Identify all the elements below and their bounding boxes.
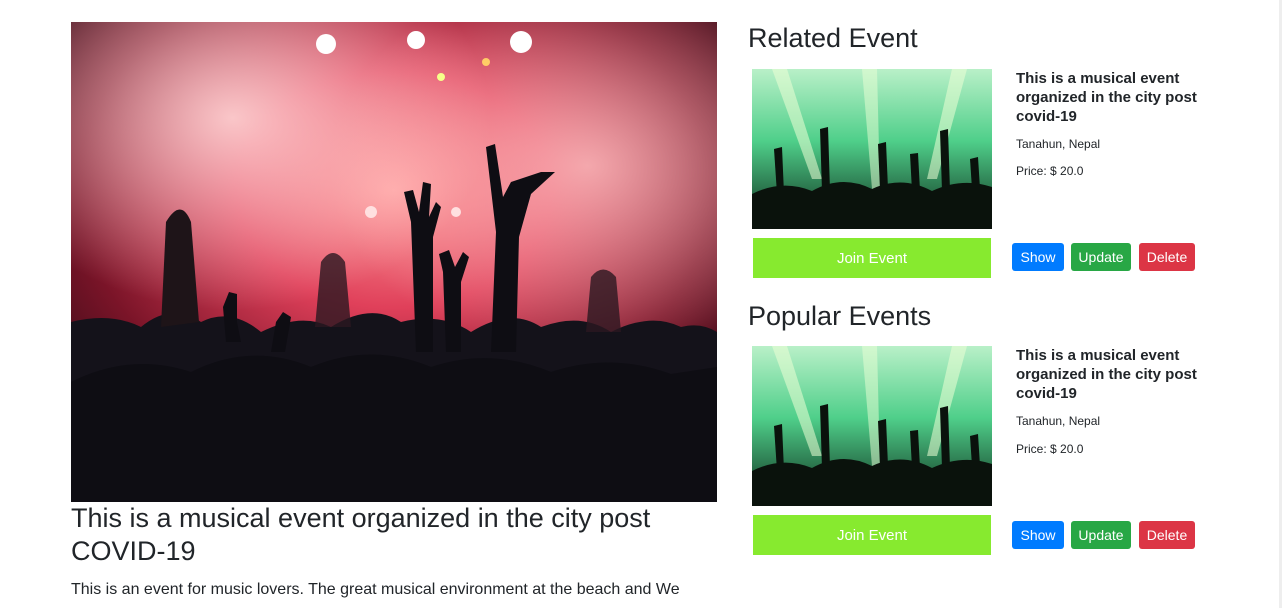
popular-event-image [752,346,992,506]
related-update-button[interactable]: Update [1071,243,1131,271]
related-delete-button[interactable]: Delete [1139,243,1195,271]
related-event-heading: Related Event [748,23,918,53]
event-hero-image [71,22,717,502]
related-event-location: Tanahun, Nepal [1016,137,1101,151]
event-page: This is a musical event organized in the… [0,0,1282,608]
event-title: This is a musical event organized in the… [71,503,651,566]
related-show-button[interactable]: Show [1012,243,1064,271]
popular-show-button[interactable]: Show [1012,521,1064,549]
popular-events-heading: Popular Events [748,301,932,331]
popular-event-price: Price: $ 20.0 [1016,442,1084,456]
event-description: This is an event for music lovers. The g… [71,581,680,598]
popular-event-location: Tanahun, Nepal [1016,414,1101,428]
popular-delete-button[interactable]: Delete [1139,521,1195,549]
popular-join-event-button[interactable]: Join Event [753,515,991,555]
related-event-price: Price: $ 20.0 [1016,164,1084,178]
related-event-title: This is a musical event organized in the… [1016,70,1197,125]
related-event-image [752,69,992,229]
popular-update-button[interactable]: Update [1071,521,1131,549]
popular-event-title: This is a musical event organized in the… [1016,347,1197,402]
related-join-event-button[interactable]: Join Event [753,238,991,278]
